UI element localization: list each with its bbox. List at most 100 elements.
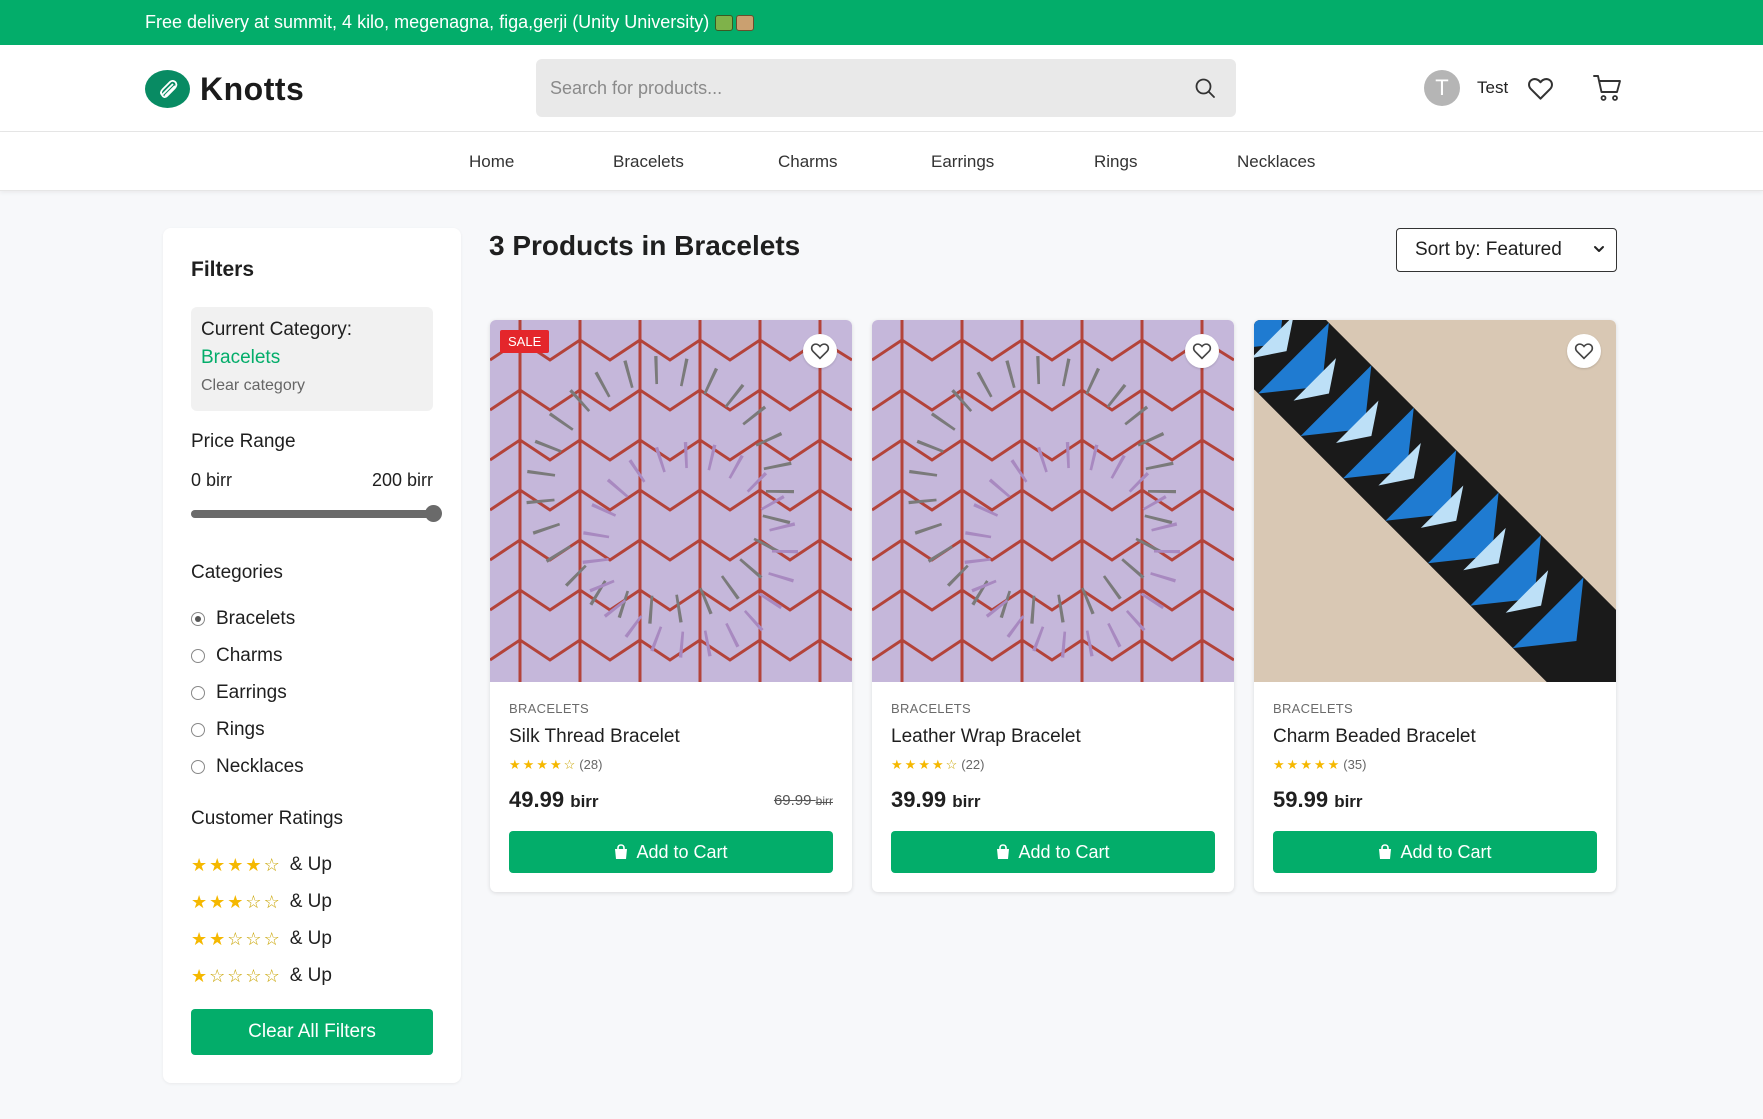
truck-icon [715,14,734,31]
current-category-label: Current Category: [201,319,353,340]
star-filled-icon: ★ [1300,757,1312,772]
site-header: Knotts T Test [0,45,1763,132]
sale-badge: SALE [500,330,550,353]
radio-button[interactable] [191,685,205,700]
star-filled-icon: ★ [227,891,244,912]
star-filled-icon: ★ [918,757,930,772]
price-range-title: Price Range [191,431,296,452]
chevron-down-icon [1594,246,1604,252]
category-option-label: Charms [216,644,283,666]
product-rating: ★ ★ ★ ★ ★ (35) [1273,757,1366,772]
rating-filter-label: & Up [289,927,332,949]
product-image[interactable] [1254,320,1616,682]
avatar[interactable]: T [1424,70,1460,106]
sort-select[interactable]: Sort by: Featured [1396,228,1617,272]
rating-filter-list: ★ ★ ★ ★ ☆ & Up ★ ★ ★ ☆ ☆ & Up ★ ★ ☆ ☆ ☆ & Up ★ ☆ ☆ ☆ ☆ & Up [191,846,332,994]
product-name[interactable]: Silk Thread Bracelet [509,726,680,748]
search-input[interactable] [536,59,1176,117]
package-icon [736,14,755,31]
star-empty-icon: ☆ [263,854,280,875]
heart-icon [1192,343,1212,360]
product-category: BRACELETS [891,701,972,716]
username[interactable]: Test [1477,78,1508,98]
rating-stars: ★ ★ ★ ★ ★ [1273,758,1339,771]
results-title: 3 Products in Bracelets [489,230,801,261]
ratings-title: Customer Ratings [191,808,344,829]
product-image[interactable]: SALE [490,320,852,682]
star-filled-icon: ★ [931,757,944,772]
nav-home[interactable]: Home [469,152,514,172]
shopping-bag-icon [615,844,628,859]
rating-filter-option[interactable]: ★ ★ ★ ☆ ☆ & Up [191,883,332,920]
radio-button[interactable] [191,759,205,774]
category-list: Bracelets Charms Earrings Rings Necklaces [191,600,304,785]
star-empty-icon: ☆ [227,928,244,949]
category-option[interactable]: Earrings [191,674,304,711]
search-icon[interactable] [1194,77,1216,104]
category-option[interactable]: Rings [191,711,304,748]
category-option[interactable]: Charms [191,637,304,674]
price-currency: birr [1334,792,1363,811]
add-to-cart-button[interactable]: Add to Cart [1273,831,1597,873]
product-card[interactable]: SALE BRACELETS Silk Thread Bracelet ★ ★ ★ ★… [490,320,852,892]
user-actions: T Test [1424,70,1623,106]
price-slider[interactable] [191,505,442,522]
star-empty-icon: ☆ [209,965,226,986]
category-option[interactable]: Bracelets [191,600,304,637]
product-rating: ★ ★ ★ ★ ☆ (28) [509,757,602,772]
price-value: 39.99 [891,787,947,812]
wishlist-toggle[interactable] [1185,334,1219,368]
price-currency: birr [570,792,599,811]
heart-icon [1528,77,1554,100]
product-name[interactable]: Leather Wrap Bracelet [891,726,1081,748]
star-filled-icon: ★ [209,928,226,949]
wishlist-toggle[interactable] [1567,334,1601,368]
star-empty-icon: ☆ [245,891,262,912]
radio-button[interactable] [191,648,205,663]
search-bar [536,59,1236,117]
star-empty-icon: ☆ [263,965,280,986]
product-category: BRACELETS [509,701,590,716]
add-to-cart-button[interactable]: Add to Cart [891,831,1215,873]
brand-logo[interactable]: Knotts [145,70,304,108]
star-filled-icon: ★ [1273,757,1285,772]
wishlist-button[interactable] [1527,76,1554,101]
nav-necklaces[interactable]: Necklaces [1237,152,1315,172]
clear-category-link[interactable]: Clear category [201,377,423,395]
product-card[interactable]: BRACELETS Leather Wrap Bracelet ★ ★ ★ ★ ☆ (2… [872,320,1234,892]
price-range-labels: 0 birr 200 birr [191,470,433,491]
rating-stars: ★ ☆ ☆ ☆ ☆ [191,967,280,985]
current-category-box: Current Category: Bracelets Clear catego… [191,307,433,411]
product-image[interactable] [872,320,1234,682]
star-filled-icon: ★ [1313,757,1326,772]
rating-filter-option[interactable]: ★ ★ ★ ★ ☆ & Up [191,846,332,883]
nav-earrings[interactable]: Earrings [931,152,994,172]
product-name[interactable]: Charm Beaded Bracelet [1273,726,1476,748]
star-empty-icon: ☆ [263,891,280,912]
product-card[interactable]: BRACELETS Charm Beaded Bracelet ★ ★ ★ ★ ★ (3… [1254,320,1616,892]
rating-stars: ★ ★ ★ ★ ☆ [191,856,280,874]
clear-all-filters-button[interactable]: Clear All Filters [191,1009,433,1055]
star-filled-icon: ★ [191,965,208,986]
nav-bracelets[interactable]: Bracelets [613,152,684,172]
add-to-cart-button[interactable]: Add to Cart [509,831,833,873]
nav-charms[interactable]: Charms [778,152,838,172]
radio-button[interactable] [191,611,205,626]
star-empty-icon: ☆ [263,928,280,949]
price-slider-thumb[interactable] [425,505,442,522]
category-option[interactable]: Necklaces [191,748,304,785]
product-price: 39.99 birr [891,787,981,813]
radio-button[interactable] [191,722,205,737]
old-price-currency: birr [815,794,833,808]
current-category-value: Bracelets [201,347,281,368]
nav-rings[interactable]: Rings [1094,152,1137,172]
filters-sidebar: Filters Current Category: Bracelets Clea… [163,228,461,1083]
wishlist-toggle[interactable] [803,334,837,368]
cart-button[interactable] [1593,74,1623,102]
rating-filter-option[interactable]: ★ ☆ ☆ ☆ ☆ & Up [191,957,332,994]
rating-filter-label: & Up [289,853,332,875]
rating-filter-option[interactable]: ★ ★ ☆ ☆ ☆ & Up [191,920,332,957]
star-empty-icon: ☆ [245,965,262,986]
price-max: 200 birr [371,470,433,490]
star-filled-icon: ★ [191,854,208,875]
